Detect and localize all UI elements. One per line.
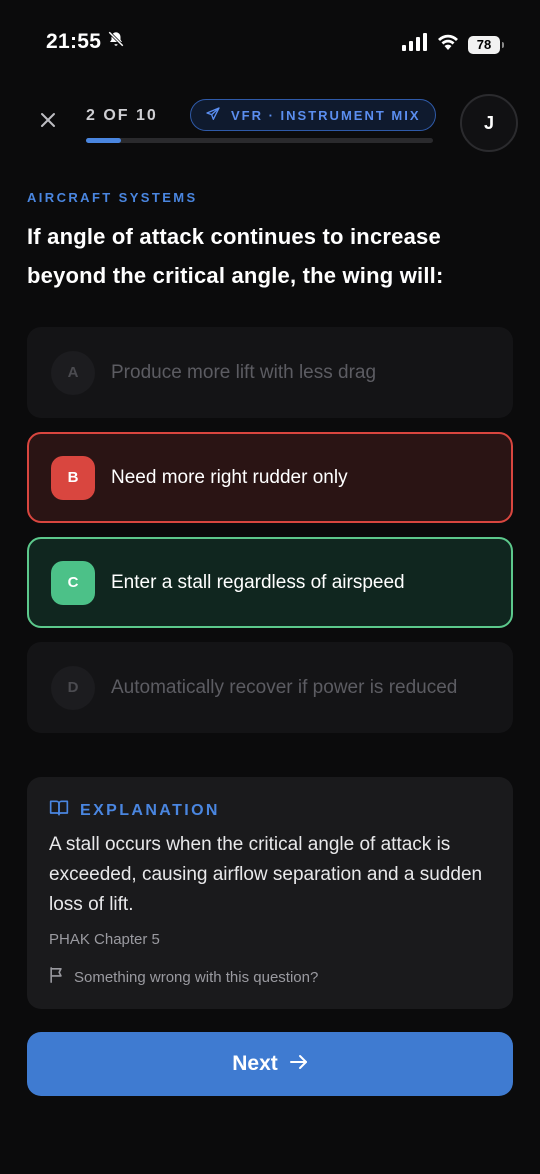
explanation-title: EXPLANATION [80,801,220,819]
answer-option-b[interactable]: B Need more right rudder only [27,432,513,523]
report-issue-link[interactable]: Something wrong with this question? [49,967,318,987]
answer-letter: B [51,455,95,500]
status-bar-right: 78 [402,33,504,56]
answer-option-a[interactable]: A Produce more lift with less drag [27,327,513,418]
book-icon [49,799,69,822]
progress-counter: 2 OF 10 [86,107,158,124]
answer-letter: C [51,560,95,605]
answer-option-c[interactable]: C Enter a stall regardless of airspeed [27,537,513,628]
quiz-screen: 21:55 78 2 OF 10 VFR · INSTRUMENT MIX J … [0,0,540,1174]
answer-option-d[interactable]: D Automatically recover if power is redu… [27,642,513,733]
answer-letter: D [51,665,95,710]
battery-icon: 78 [468,35,504,54]
progress-bar-fill [86,138,121,143]
explanation-card: EXPLANATION A stall occurs when the crit… [27,777,513,1009]
answer-text: Produce more lift with less drag [111,361,377,383]
avatar[interactable]: J [460,94,518,152]
answer-text: Need more right rudder only [111,466,348,488]
answer-text: Enter a stall regardless of airspeed [111,571,405,593]
quiz-mode-label: VFR · INSTRUMENT MIX [231,107,421,123]
next-button[interactable]: Next [27,1032,513,1096]
close-button[interactable] [34,108,62,136]
close-icon [40,112,56,133]
explanation-header: EXPLANATION [49,799,220,822]
status-bar-left: 21:55 [46,30,125,54]
answer-letter: A [51,350,95,395]
answer-text: Automatically recover if power is reduce… [111,676,458,698]
bell-slash-icon [107,30,125,54]
explanation-body: A stall occurs when the critical angle o… [49,834,483,915]
question-category: AIRCRAFT SYSTEMS [27,190,198,205]
explanation-source: PHAK Chapter 5 [49,931,160,948]
airplane-icon [205,106,221,125]
report-issue-label: Something wrong with this question? [74,968,319,986]
question-text: If angle of attack continues to increase… [27,224,444,288]
wifi-icon [436,33,460,56]
flag-icon [49,967,64,987]
quiz-mode-badge: VFR · INSTRUMENT MIX [190,99,436,131]
progress-bar [86,138,433,143]
next-button-label: Next [232,1052,278,1075]
status-time: 21:55 [46,30,102,53]
arrow-right-icon [289,1054,308,1075]
signal-icon [402,33,428,56]
